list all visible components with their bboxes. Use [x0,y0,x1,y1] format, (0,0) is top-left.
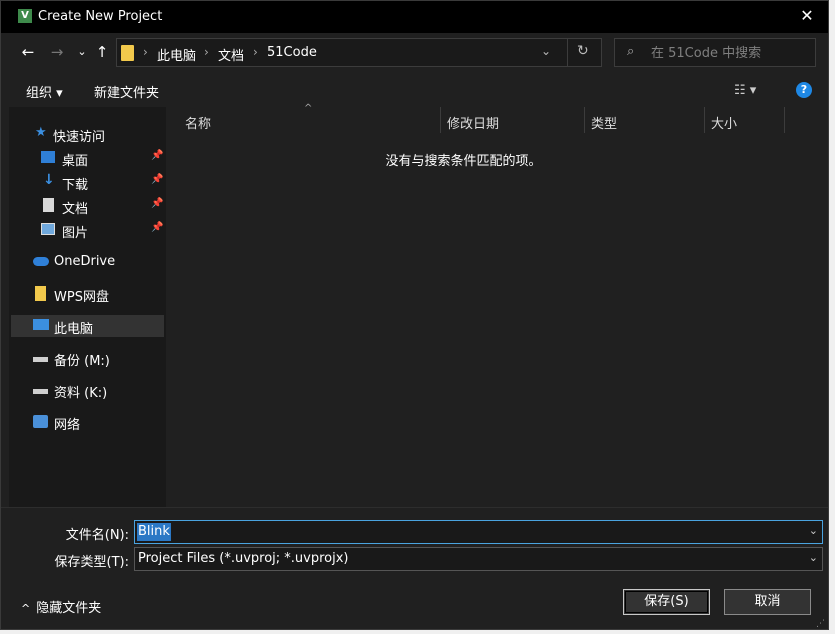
column-header-name[interactable]: ^ 名称 [166,103,440,133]
breadcrumb-documents[interactable]: 文档 [218,45,244,64]
chevron-up-icon: ^ [21,602,31,615]
column-label: 修改日期 [447,117,500,132]
filename-field[interactable]: Blink ⌄ [134,520,823,544]
view-options-icon[interactable]: ☷ ▾ [734,83,756,98]
pin-icon: 📌 [151,150,164,161]
filetype-select[interactable]: Project Files (*.uvproj; *.uvprojx) ⌄ [134,547,823,571]
sidebar-item-label: WPS网盘 [54,290,109,305]
sidebar-item-pictures[interactable]: 图片 📌 [11,219,164,241]
column-label: 类型 [591,117,618,132]
sidebar-item-quick-access[interactable]: ★ 快速访问 [11,123,164,145]
star-icon: ★ [35,125,47,140]
column-header-type[interactable]: 类型 [585,107,704,133]
column-label: 名称 [185,117,212,132]
address-dropdown-icon[interactable]: ⌄ [541,44,551,58]
title-bar: V Create New Project ✕ [1,1,828,33]
folder-icon [121,45,134,61]
address-bar[interactable]: › 此电脑 › 文档 › 51Code ⌄ ↻ [116,38,602,67]
command-bar: 组织 ▾ 新建文件夹 ☷ ▾ ? [1,73,828,107]
navigation-pane: ★ 快速访问 桌面 📌 ↓ 下载 📌 文档 📌 图片 📌 OneDrive WP… [9,107,166,507]
sidebar-item-label: 网络 [54,418,81,433]
desktop-icon [41,151,55,163]
sidebar-item-label: 备份 (M:) [54,354,110,369]
cancel-button[interactable]: 取消 [724,589,811,615]
breadcrumb-separator[interactable]: › [143,45,148,59]
cloud-icon [33,257,49,266]
address-divider [567,39,568,66]
computer-icon [33,319,49,330]
filename-label: 文件名(N): [65,528,129,543]
sidebar-item-label: 图片 [62,226,89,241]
sidebar-item-this-pc[interactable]: 此电脑 [11,315,164,337]
pin-icon: 📌 [151,222,164,233]
back-button[interactable]: ← [19,43,37,61]
sidebar-item-desktop[interactable]: 桌面 📌 [11,147,164,169]
sidebar-item-documents[interactable]: 文档 📌 [11,195,164,217]
sidebar-item-onedrive[interactable]: OneDrive [11,251,164,273]
empty-list-message: 没有与搜索条件匹配的项。 [385,154,542,169]
chevron-down-icon[interactable]: ⌄ [809,524,818,537]
hide-folders-label: 隐藏文件夹 [36,601,102,616]
sidebar-item-wps[interactable]: WPS网盘 [11,283,164,305]
sidebar-item-label: 下载 [62,178,89,193]
save-dialog: V Create New Project ✕ ← → ⌄ ↑ › 此电脑 › 文… [0,0,829,630]
pictures-icon [41,223,55,235]
sidebar-item-drive-k[interactable]: 资料 (K:) [11,379,164,401]
new-folder-button[interactable]: 新建文件夹 [94,82,159,101]
chevron-down-icon[interactable]: ⌄ [809,551,818,564]
organize-menu[interactable]: 组织 ▾ [26,82,63,101]
close-button[interactable]: ✕ [796,5,818,27]
dialog-title: Create New Project [38,9,163,24]
search-box[interactable]: ⌕ [614,38,816,67]
breadcrumb-separator[interactable]: › [253,45,258,59]
drive-icon [33,357,48,362]
breadcrumb-this-pc[interactable]: 此电脑 [157,45,196,64]
forward-button[interactable]: → [48,43,66,61]
file-list[interactable]: ^ 名称 修改日期 类型 大小 没有与搜索条件匹配的项。 [166,103,828,507]
pin-icon: 📌 [151,174,164,185]
sidebar-item-label: 此电脑 [54,322,94,337]
filename-value[interactable]: Blink [137,523,171,541]
help-icon[interactable]: ? [796,82,812,98]
recent-locations-button[interactable]: ⌄ [73,43,91,61]
column-divider[interactable] [784,107,785,133]
hide-folders-toggle[interactable]: ^ 隐藏文件夹 [21,597,101,616]
sidebar-item-label: 文档 [62,202,89,217]
save-button[interactable]: 保存(S) [623,589,710,615]
column-header-modified[interactable]: 修改日期 [441,107,584,133]
navigation-bar: ← → ⌄ ↑ › 此电脑 › 文档 › 51Code ⌄ ↻ ⌕ [1,33,828,73]
pin-icon: 📌 [151,198,164,209]
sidebar-item-label: 快速访问 [53,130,106,145]
sidebar-item-drive-m[interactable]: 备份 (M:) [11,347,164,369]
sidebar-item-downloads[interactable]: ↓ 下载 📌 [11,171,164,193]
breadcrumb-separator[interactable]: › [204,45,209,59]
wps-drive-icon [35,286,46,301]
network-icon [33,415,48,428]
column-header-size[interactable]: 大小 [705,107,784,133]
sidebar-item-label: 资料 (K:) [54,386,108,401]
column-label: 大小 [711,117,738,132]
search-icon: ⌕ [627,44,635,59]
sidebar-item-label: 桌面 [62,154,89,169]
save-form: 文件名(N): Blink ⌄ 保存类型(T): Project Files (… [1,507,828,629]
breadcrumb-51code[interactable]: 51Code [267,45,317,60]
refresh-icon[interactable]: ↻ [577,43,589,59]
keil-uvision-icon: V [18,9,32,23]
documents-icon [43,198,54,212]
drive-icon [33,389,48,394]
filetype-label: 保存类型(T): [54,555,129,570]
sidebar-item-network[interactable]: 网络 [11,411,164,433]
download-icon: ↓ [43,172,55,188]
sidebar-item-label: OneDrive [54,254,116,269]
filetype-value: Project Files (*.uvproj; *.uvprojx) [138,551,349,566]
search-input[interactable] [651,44,806,62]
resize-grip-icon[interactable]: ⋰ [816,619,825,629]
sort-ascending-icon: ^ [304,103,313,114]
up-button[interactable]: ↑ [93,43,111,61]
